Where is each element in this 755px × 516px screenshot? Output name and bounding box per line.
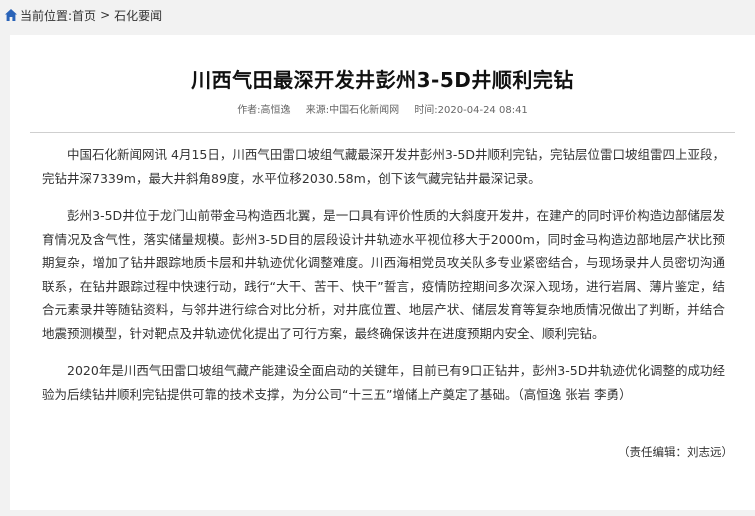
article-paragraph: 彭州3-5D井位于龙门山前带金马构造西北翼，是一口具有评价性质的大斜度开发井，在… <box>42 208 725 341</box>
breadcrumb-home-link[interactable]: 首页 <box>72 7 96 24</box>
breadcrumb: 当前位置: 首页 > 石化要闻 <box>0 0 755 30</box>
card-bottom-edge <box>10 510 755 516</box>
article-meta: 作者:高恒逸 来源:中国石化新闻网 时间:2020-04-24 08:41 <box>10 104 755 118</box>
article-author: 作者:高恒逸 <box>237 105 291 116</box>
article-paragraph: 2020年是川西气田雷口坡组气藏产能建设全面启动的关键年，目前已有9口正钻井，彭… <box>42 363 725 402</box>
breadcrumb-section-link[interactable]: 石化要闻 <box>114 7 162 24</box>
breadcrumb-separator: > <box>100 8 111 22</box>
article-paragraph: 中国石化新闻网讯 4月15日，川西气田雷口坡组气藏最深开发井彭州3-5D井顺利完… <box>42 147 725 186</box>
home-icon <box>4 8 18 22</box>
article-title: 川西气田最深开发井彭州3-5D井顺利完钻 <box>191 68 574 92</box>
title-divider <box>30 132 735 133</box>
responsible-editor: （责任编辑：刘志远） <box>618 445 733 459</box>
article-card: 川西气田最深开发井彭州3-5D井顺利完钻 作者:高恒逸 来源:中国石化新闻网 时… <box>10 35 755 516</box>
article-content: 中国石化新闻网讯 4月15日，川西气田雷口坡组气藏最深开发井彭州3-5D井顺利完… <box>42 143 725 420</box>
article-time: 时间:2020-04-24 08:41 <box>414 105 528 116</box>
article-source: 来源:中国石化新闻网 <box>305 105 400 116</box>
breadcrumb-prefix: 当前位置: <box>20 8 73 23</box>
